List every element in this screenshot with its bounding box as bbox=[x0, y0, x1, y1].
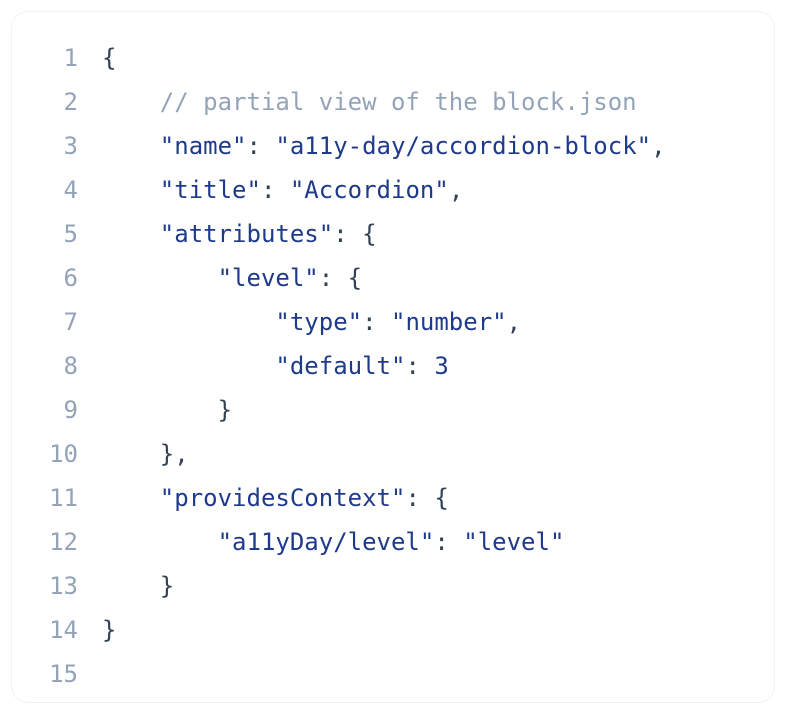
code-token-string: "Accordion" bbox=[290, 176, 449, 204]
code-token-string: "a11y-day/accordion-block" bbox=[275, 132, 651, 160]
line-content: // partial view of the block.json bbox=[102, 80, 637, 124]
code-token-property: "level" bbox=[218, 264, 319, 292]
code-line: 7 "type": "number", bbox=[12, 300, 774, 344]
line-content: }, bbox=[102, 432, 189, 476]
code-line: 8 "default": 3 bbox=[12, 344, 774, 388]
code-token-comment: // partial view of the block.json bbox=[160, 88, 637, 116]
code-line: 2 // partial view of the block.json bbox=[12, 80, 774, 124]
code-token-number: 3 bbox=[434, 352, 448, 380]
code-line: 9 } bbox=[12, 388, 774, 432]
code-token-punctuation: } bbox=[102, 616, 116, 644]
line-content: "name": "a11y-day/accordion-block", bbox=[102, 124, 666, 168]
line-number: 12 bbox=[12, 520, 102, 564]
code-token-colon: : bbox=[405, 484, 434, 512]
code-token-punctuation bbox=[102, 132, 160, 160]
code-token-punctuation: }, bbox=[102, 440, 189, 468]
line-number: 14 bbox=[12, 608, 102, 652]
code-token-punctuation bbox=[102, 176, 160, 204]
line-content: "providesContext": { bbox=[102, 476, 449, 520]
line-number: 1 bbox=[12, 36, 102, 80]
line-number: 15 bbox=[12, 652, 102, 696]
code-token-punctuation bbox=[102, 352, 275, 380]
code-token-property: "name" bbox=[160, 132, 247, 160]
code-line: 1{ bbox=[12, 36, 774, 80]
line-content: "level": { bbox=[102, 256, 362, 300]
code-token-colon: : bbox=[405, 352, 434, 380]
code-token-punctuation: , bbox=[507, 308, 521, 336]
code-line: 11 "providesContext": { bbox=[12, 476, 774, 520]
code-token-property: "type" bbox=[275, 308, 362, 336]
code-token-string: "level" bbox=[463, 528, 564, 556]
code-token-punctuation bbox=[102, 528, 218, 556]
code-token-colon: : bbox=[319, 264, 348, 292]
code-token-property: "providesContext" bbox=[160, 484, 406, 512]
line-content: "a11yDay/level": "level" bbox=[102, 520, 564, 564]
line-number: 11 bbox=[12, 476, 102, 520]
line-content: } bbox=[102, 564, 174, 608]
line-content: "title": "Accordion", bbox=[102, 168, 463, 212]
code-token-punctuation: { bbox=[102, 44, 116, 72]
code-token-property: "default" bbox=[275, 352, 405, 380]
code-token-punctuation bbox=[102, 88, 160, 116]
code-token-colon: : bbox=[333, 220, 362, 248]
line-content: "default": 3 bbox=[102, 344, 449, 388]
line-content: "type": "number", bbox=[102, 300, 521, 344]
code-token-property: "attributes" bbox=[160, 220, 333, 248]
code-token-punctuation: } bbox=[102, 396, 232, 424]
line-number: 5 bbox=[12, 212, 102, 256]
code-token-punctuation: { bbox=[434, 484, 448, 512]
code-token-punctuation: } bbox=[102, 572, 174, 600]
code-token-punctuation bbox=[102, 308, 275, 336]
code-line: 14} bbox=[12, 608, 774, 652]
line-number: 13 bbox=[12, 564, 102, 608]
line-content: "attributes": { bbox=[102, 212, 377, 256]
code-token-punctuation: { bbox=[348, 264, 362, 292]
code-token-colon: : bbox=[247, 132, 276, 160]
line-content: { bbox=[102, 36, 116, 80]
line-number: 7 bbox=[12, 300, 102, 344]
line-number: 10 bbox=[12, 432, 102, 476]
code-token-punctuation bbox=[102, 264, 218, 292]
line-number: 9 bbox=[12, 388, 102, 432]
code-line: 13 } bbox=[12, 564, 774, 608]
line-number: 8 bbox=[12, 344, 102, 388]
code-token-colon: : bbox=[362, 308, 391, 336]
code-token-punctuation bbox=[102, 220, 160, 248]
code-line: 6 "level": { bbox=[12, 256, 774, 300]
code-line: 12 "a11yDay/level": "level" bbox=[12, 520, 774, 564]
line-content: } bbox=[102, 608, 116, 652]
code-token-string: "number" bbox=[391, 308, 507, 336]
code-token-property: "a11yDay/level" bbox=[218, 528, 435, 556]
line-number: 4 bbox=[12, 168, 102, 212]
code-lines-wrapper: 1{2 // partial view of the block.json3 "… bbox=[12, 36, 774, 696]
code-token-property: "title" bbox=[160, 176, 261, 204]
code-line: 5 "attributes": { bbox=[12, 212, 774, 256]
line-content: } bbox=[102, 388, 232, 432]
line-number: 3 bbox=[12, 124, 102, 168]
code-block: 1{2 // partial view of the block.json3 "… bbox=[12, 12, 774, 702]
code-line: 4 "title": "Accordion", bbox=[12, 168, 774, 212]
code-line: 15 bbox=[12, 652, 774, 696]
line-number: 6 bbox=[12, 256, 102, 300]
code-token-colon: : bbox=[261, 176, 290, 204]
line-number: 2 bbox=[12, 80, 102, 124]
code-token-colon: : bbox=[434, 528, 463, 556]
code-token-punctuation: { bbox=[362, 220, 376, 248]
code-line: 10 }, bbox=[12, 432, 774, 476]
code-line: 3 "name": "a11y-day/accordion-block", bbox=[12, 124, 774, 168]
code-token-punctuation bbox=[102, 484, 160, 512]
code-token-punctuation: , bbox=[449, 176, 463, 204]
code-token-punctuation: , bbox=[651, 132, 665, 160]
